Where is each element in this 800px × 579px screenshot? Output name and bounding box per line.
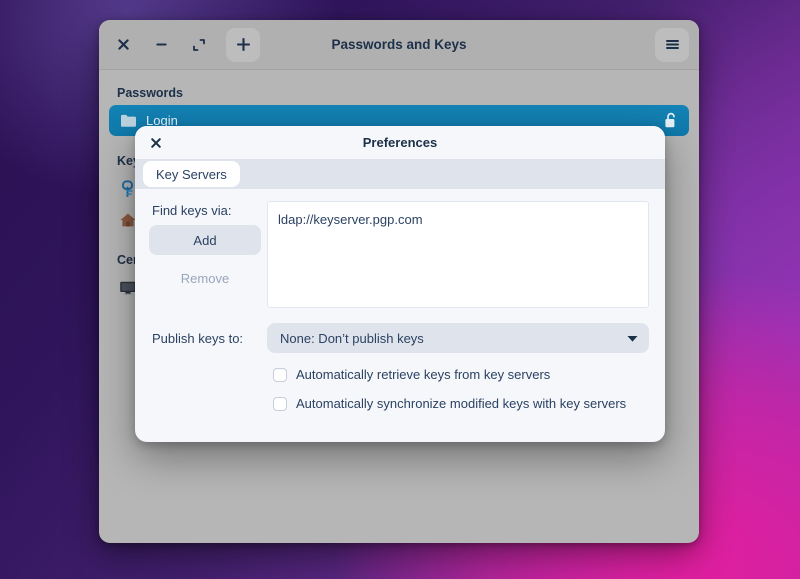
dialog-body: Find keys via: Add Remove ldap://keyserv… — [135, 189, 665, 442]
find-keys-row: Find keys via: Add Remove ldap://keyserv… — [149, 201, 649, 308]
auto-retrieve-keys-checkbox-row[interactable]: Automatically retrieve keys from key ser… — [273, 367, 649, 382]
chevron-down-icon — [626, 334, 639, 343]
publish-keys-value: None: Don’t publish keys — [280, 331, 626, 346]
add-button[interactable]: Add — [149, 225, 261, 255]
auto-sync-keys-checkbox-row[interactable]: Automatically synchronize modified keys … — [273, 396, 649, 411]
dialog-headerbar: Preferences — [135, 126, 665, 159]
key-server-list[interactable]: ldap://keyserver.pgp.com — [267, 201, 649, 308]
window-headerbar: Passwords and Keys — [99, 20, 699, 70]
desktop-wallpaper: Passwords and Keys Passwords Login — [0, 0, 800, 579]
auto-retrieve-keys-label: Automatically retrieve keys from key ser… — [296, 367, 550, 382]
publish-keys-dropdown[interactable]: None: Don’t publish keys — [267, 323, 649, 353]
minimize-icon[interactable] — [146, 30, 176, 60]
find-keys-controls: Find keys via: Add Remove — [149, 201, 261, 308]
remove-button: Remove — [149, 263, 261, 293]
list-item[interactable]: ldap://keyserver.pgp.com — [278, 210, 638, 229]
dialog-tabstrip: Key Servers — [135, 159, 665, 189]
maximize-icon[interactable] — [184, 30, 214, 60]
section-title-passwords: Passwords — [117, 86, 689, 100]
find-keys-label: Find keys via: — [149, 203, 261, 218]
auto-retrieve-keys-checkbox[interactable] — [273, 368, 287, 382]
preferences-dialog: Preferences Key Servers Find keys via: A… — [135, 126, 665, 442]
close-icon[interactable] — [108, 30, 138, 60]
auto-sync-keys-label: Automatically synchronize modified keys … — [296, 396, 626, 411]
hamburger-menu-icon[interactable] — [655, 28, 689, 62]
close-icon[interactable] — [143, 130, 169, 156]
plus-icon[interactable] — [226, 28, 260, 62]
publish-keys-row: Publish keys to: None: Don’t publish key… — [149, 323, 649, 353]
tab-key-servers[interactable]: Key Servers — [143, 161, 240, 187]
auto-sync-keys-checkbox[interactable] — [273, 397, 287, 411]
dialog-title: Preferences — [135, 135, 665, 150]
publish-keys-label: Publish keys to: — [149, 331, 261, 346]
